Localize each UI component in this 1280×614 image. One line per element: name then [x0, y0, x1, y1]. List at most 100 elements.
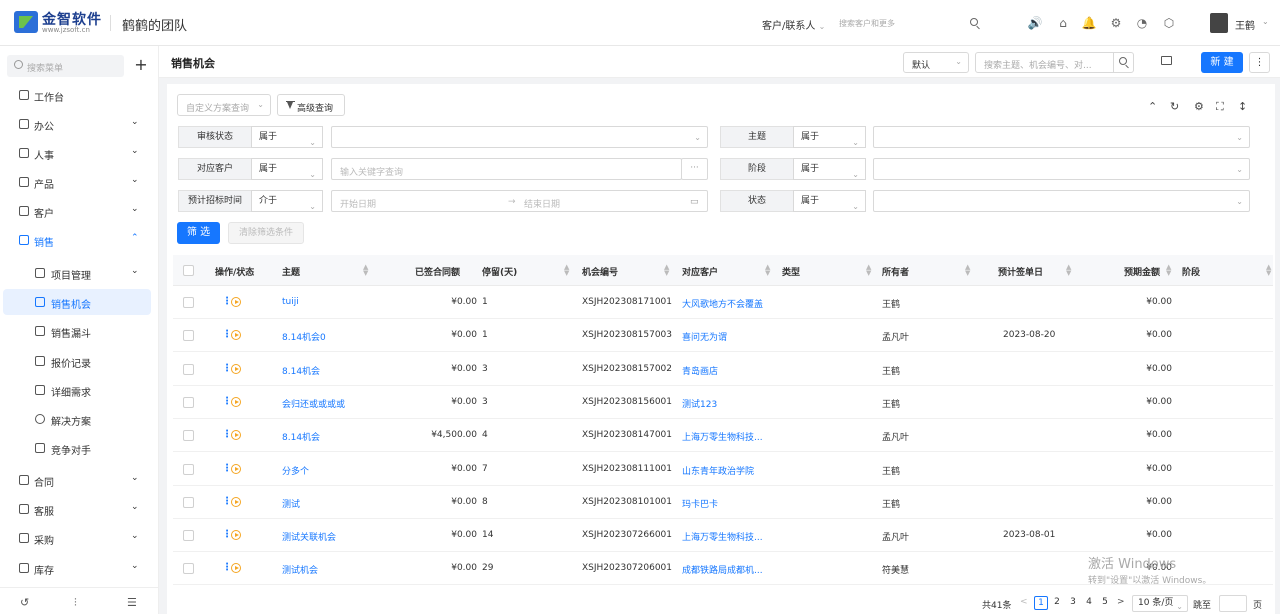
speaker-icon[interactable]: 🔊 — [1027, 15, 1043, 31]
sidebar-subitem-funnel[interactable]: 销售漏斗 — [0, 318, 159, 344]
history-icon[interactable]: ↺ — [20, 596, 29, 609]
filter-operator[interactable]: 属于 ⌄ — [251, 126, 323, 148]
sidebar-item-purchase[interactable]: 采购 ⌄ — [0, 525, 159, 551]
column-header-type[interactable]: 类型 — [782, 265, 800, 278]
cell-customer[interactable]: 测试123 — [682, 397, 717, 410]
row-checkbox[interactable] — [183, 496, 194, 508]
logo[interactable]: 金智软件 www.jzsoft.cn — [14, 10, 101, 36]
add-button[interactable]: + — [130, 54, 152, 76]
column-header-customer[interactable]: 对应客户 — [682, 265, 718, 278]
contacts-icon[interactable]: ⌂ — [1055, 15, 1071, 31]
table-row[interactable]: ⋮ 测试关联机会 ¥0.00 14 XSJH202307266001 上海万零生物科技..… — [173, 519, 1273, 553]
sidebar-subitem-requirement[interactable]: 详细需求 — [0, 377, 159, 403]
filter-audit-status-select[interactable]: ⌄ — [331, 126, 708, 148]
collapse-menu-icon[interactable]: ☰ — [127, 596, 137, 609]
page-size-select[interactable]: 10 条/页 ⌄ — [1132, 595, 1188, 612]
filter-operator[interactable]: 属于 ⌄ — [793, 158, 866, 180]
sort-icon[interactable]: ▲ ▼ — [1166, 264, 1171, 277]
table-row[interactable]: ⋮ tuiji ¥0.00 1 XSJH202308171001 大风歌地方不会覆盖 王鹤 ¥… — [173, 286, 1273, 319]
filter-customer-input[interactable]: 输入关键字查询 — [331, 158, 682, 180]
bell-icon[interactable]: 🔔 — [1081, 15, 1097, 31]
column-header-stay[interactable]: 停留(天) — [482, 265, 517, 278]
sidebar-subitem-competitor[interactable]: 竞争对手 — [0, 435, 159, 461]
customer-picker-button[interactable]: ··· — [681, 158, 708, 180]
search-scope-select[interactable]: 客户/联系人 ⌄ — [762, 17, 825, 32]
avatar[interactable] — [1210, 13, 1228, 33]
settings-sliders-icon[interactable]: ⫶ — [74, 596, 77, 610]
column-header-owner[interactable]: 所有者 — [882, 265, 909, 278]
chart-pie-icon[interactable]: ◔ — [1134, 15, 1150, 31]
sort-icon[interactable]: ▲ ▼ — [965, 264, 970, 277]
end-date-placeholder[interactable]: 结束日期 — [524, 197, 560, 210]
table-row[interactable]: ⋮ 8.14机会 ¥0.00 3 XSJH202308157002 青岛画店 王鹤 ¥0.00 — [173, 353, 1273, 386]
custom-query-select[interactable]: 自定义方案查询 ⌄ — [177, 94, 271, 116]
sidebar-item-office[interactable]: 办公 ⌄ — [0, 111, 159, 137]
username[interactable]: 王鹤 — [1235, 17, 1255, 32]
status-play-icon[interactable] — [231, 496, 241, 507]
select-all-checkbox[interactable] — [183, 265, 194, 276]
settings-icon[interactable]: ⚙ — [1108, 15, 1124, 31]
status-play-icon[interactable] — [231, 563, 241, 574]
column-header-amount[interactable]: 预期金额 — [1124, 265, 1160, 278]
menu-search-input[interactable]: 搜索菜单 — [7, 55, 124, 77]
sort-icon[interactable]: ▲ ▼ — [564, 264, 569, 277]
column-header-date[interactable]: 预计签单日 — [998, 265, 1043, 278]
status-play-icon[interactable] — [231, 297, 241, 307]
cell-subject[interactable]: 8.14机会 — [282, 364, 320, 377]
view-select[interactable]: 默认 ⌄ — [903, 52, 969, 73]
collapse-up-icon[interactable]: ⌃ — [1148, 100, 1157, 113]
refresh-icon[interactable]: ↻ — [1170, 100, 1179, 113]
sidebar-item-service[interactable]: 客服 ⌄ — [0, 496, 159, 522]
cell-customer[interactable]: 上海万零生物科技... — [682, 530, 763, 543]
search-icon[interactable] — [967, 15, 983, 31]
sidebar-item-product[interactable]: 产品 ⌄ — [0, 169, 159, 195]
cell-subject[interactable]: tuiji — [282, 297, 299, 307]
sort-icon[interactable]: ▲ ▼ — [1266, 264, 1271, 277]
sidebar-item-inventory[interactable]: 库存 ⌄ — [0, 555, 159, 581]
sort-icon[interactable]: ▲ ▼ — [664, 264, 669, 277]
status-play-icon[interactable] — [231, 396, 241, 407]
next-page-button[interactable]: > — [1117, 597, 1125, 607]
status-play-icon[interactable] — [231, 330, 241, 341]
page-5-button[interactable]: 5 — [1098, 596, 1112, 610]
sidebar-item-workbench[interactable]: 工作台 — [0, 82, 159, 108]
cell-customer[interactable]: 山东青年政治学院 — [682, 464, 754, 477]
row-checkbox[interactable] — [183, 297, 194, 308]
start-date-placeholder[interactable]: 开始日期 — [340, 197, 376, 210]
cell-customer[interactable]: 青岛画店 — [682, 364, 718, 377]
column-header-code[interactable]: 机会编号 — [582, 265, 618, 278]
table-row[interactable]: ⋮ 测试 ¥0.00 8 XSJH202308101001 玛卡巴卡 王鹤 ¥0.00 — [173, 486, 1273, 519]
cell-subject[interactable]: 测试机会 — [282, 563, 318, 576]
row-checkbox[interactable] — [183, 530, 194, 542]
column-header-stage[interactable]: 阶段 — [1182, 265, 1200, 278]
status-play-icon[interactable] — [231, 463, 241, 474]
page-3-button[interactable]: 3 — [1066, 596, 1080, 610]
cell-subject[interactable]: 8.14机会0 — [282, 330, 326, 343]
filter-subject-select[interactable]: ⌄ — [873, 126, 1250, 148]
team-name[interactable]: 鹤鹤的团队 — [122, 15, 187, 34]
row-checkbox[interactable] — [183, 363, 194, 375]
sort-icon[interactable]: ▲ ▼ — [363, 264, 368, 277]
cell-customer[interactable]: 玛卡巴卡 — [682, 497, 718, 510]
column-header-subject[interactable]: 主题 — [282, 265, 300, 278]
monitor-icon[interactable] — [1161, 56, 1172, 65]
sidebar-item-hr[interactable]: 人事 ⌄ — [0, 140, 159, 166]
status-play-icon[interactable] — [231, 530, 241, 541]
sidebar-item-sales[interactable]: 销售 ⌃ — [0, 227, 159, 253]
filter-operator[interactable]: 属于 ⌄ — [251, 158, 323, 180]
filter-date-range[interactable]: 开始日期 → 结束日期 ▭ — [331, 190, 708, 212]
new-button[interactable]: 新 建 — [1201, 52, 1243, 73]
cell-customer[interactable]: 大风歌地方不会覆盖 — [682, 297, 763, 310]
sidebar-item-contract[interactable]: 合同 ⌄ — [0, 467, 159, 493]
sidebar-subitem-opportunity[interactable]: 销售机会 — [3, 289, 151, 315]
row-checkbox[interactable] — [183, 330, 194, 342]
chevron-down-icon[interactable]: ⌄ — [1262, 17, 1269, 26]
status-play-icon[interactable] — [231, 363, 241, 374]
filter-button[interactable]: 筛 选 — [177, 222, 220, 244]
sidebar-item-customer[interactable]: 客户 ⌄ — [0, 198, 159, 224]
cell-subject[interactable]: 会归还或或或或 — [282, 397, 345, 410]
row-height-icon[interactable]: ↕ — [1238, 100, 1247, 113]
row-checkbox[interactable] — [183, 430, 194, 442]
column-header-signed[interactable]: 已签合同额 — [415, 265, 460, 278]
cube-icon[interactable]: ⬡ — [1161, 15, 1177, 31]
